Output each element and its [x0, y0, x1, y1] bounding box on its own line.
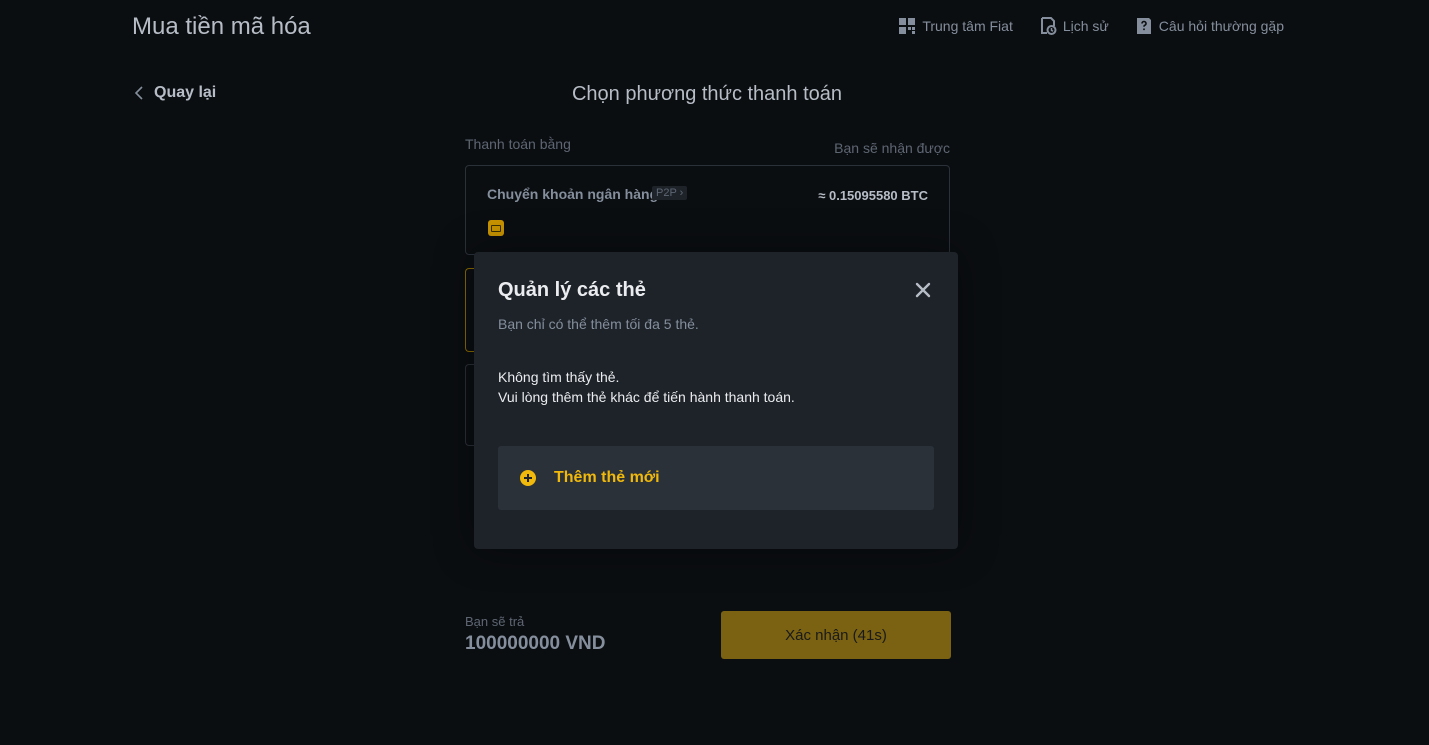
p2p-tag[interactable]: P2P › — [652, 186, 688, 200]
payment-method-name: Chuyển khoản ngân hàng — [487, 186, 659, 202]
receive-amount: ≈ 0.15095580 BTC — [818, 188, 928, 203]
history-icon — [1040, 17, 1057, 35]
app-title: Mua tiền mã hóa — [132, 13, 311, 40]
close-icon[interactable] — [914, 281, 932, 299]
nav-item-label: Câu hỏi thường gặp — [1158, 18, 1284, 34]
top-navigation: Trung tâm Fiat Lịch sử Câu hỏi thường gặ… — [898, 17, 1284, 35]
page-title: Chọn phương thức thanh toán — [571, 83, 843, 105]
payment-method-card[interactable]: Chuyển khoản ngân hàng P2P › ≈ 0.1509558… — [465, 165, 950, 255]
pay-with-label: Thanh toán bằng — [465, 136, 571, 152]
nav-item-label: Lịch sử — [1062, 18, 1109, 34]
bank-transfer-icon — [488, 220, 504, 236]
pay-amount-label: Bạn sẽ trả — [465, 614, 525, 629]
nav-item-fiat-center[interactable]: Trung tâm Fiat — [898, 17, 1013, 35]
confirm-button[interactable]: Xác nhận (41s) — [721, 611, 951, 659]
manage-cards-modal: Quản lý các thẻ Bạn chỉ có thể thêm tối … — [474, 252, 958, 549]
faq-icon — [1136, 18, 1151, 34]
empty-state-title: Không tìm thấy thẻ. — [498, 369, 620, 385]
grid-icon — [899, 18, 916, 34]
nav-item-faq[interactable]: Câu hỏi thường gặp — [1135, 17, 1284, 35]
pay-amount: 100000000 VND — [465, 633, 606, 654]
page: Mua tiền mã hóa Trung tâm Fiat Lịch sử C… — [0, 0, 1429, 745]
add-new-card-label: Thêm thẻ mới — [554, 469, 660, 486]
nav-item-history[interactable]: Lịch sử — [1039, 17, 1109, 35]
nav-item-label: Trung tâm Fiat — [922, 18, 1013, 34]
empty-state-message: Vui lòng thêm thẻ khác để tiến hành than… — [498, 389, 795, 405]
add-new-card-button[interactable]: Thêm thẻ mới — [498, 446, 934, 510]
modal-title: Quản lý các thẻ — [498, 279, 646, 301]
modal-subtitle: Bạn chỉ có thể thêm tối đa 5 thẻ. — [498, 316, 699, 332]
receive-label: Bạn sẽ nhận được — [834, 140, 950, 156]
plus-circle-icon — [520, 470, 536, 486]
